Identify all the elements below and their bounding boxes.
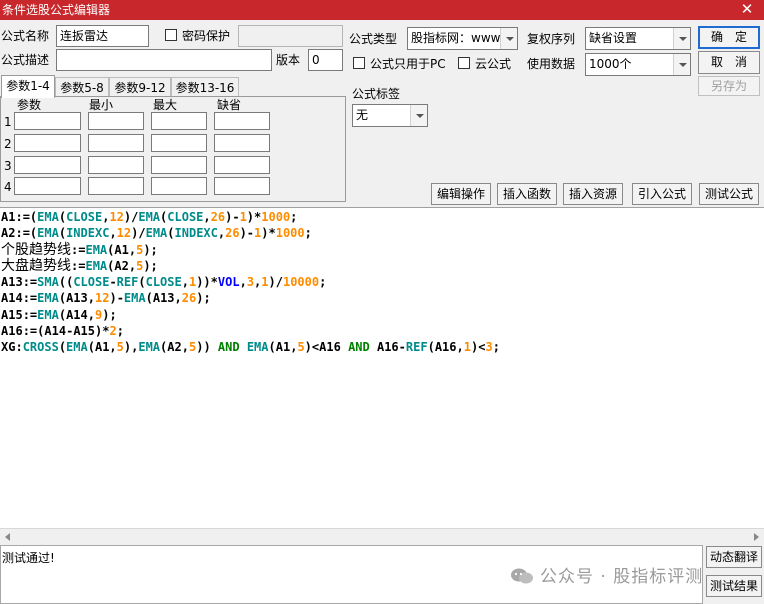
window-title: 条件选股公式编辑器 — [2, 3, 111, 17]
param-min-input[interactable] — [88, 177, 144, 195]
param-name-input[interactable] — [14, 134, 81, 152]
watermark: 公众号 · 股指标评测 — [510, 562, 703, 587]
test-formula-button[interactable]: 测试公式 — [699, 183, 759, 205]
code-line: XG:CROSS(EMA(A1,5),EMA(A2,5)) AND EMA(A1… — [1, 340, 500, 355]
formula-name-input[interactable]: 连扳雷达 — [56, 25, 149, 47]
param-default-input[interactable] — [214, 112, 270, 130]
formula-name-label: 公式名称 — [1, 29, 50, 43]
save-as-button[interactable]: 另存为 — [698, 76, 760, 96]
tab-params-1-4[interactable]: 参数1-4 — [1, 75, 55, 98]
data-select[interactable]: 1000个 — [585, 53, 691, 76]
code-line: A14:=EMA(A13,12)-EMA(A13,26); — [1, 291, 211, 306]
title-bar: 条件选股公式编辑器 ✕ — [0, 0, 764, 20]
code-line: A13:=SMA((CLOSE-REF(CLOSE,1))*VOL,3,1)/1… — [1, 275, 327, 290]
watermark-text: 公众号 · 股指标评测 — [540, 567, 704, 587]
chevron-down-icon — [410, 105, 427, 126]
insert-resource-button[interactable]: 插入资源 — [563, 183, 623, 205]
test-result-button[interactable]: 测试结果 — [706, 575, 762, 597]
param-min-input[interactable] — [88, 156, 144, 174]
rights-label: 复权序列 — [527, 32, 576, 46]
scroll-left-icon[interactable] — [5, 533, 10, 541]
version-input[interactable]: 0 — [308, 49, 343, 71]
insert-function-button[interactable]: 插入函数 — [497, 183, 557, 205]
formula-tag-label: 公式标签 — [352, 87, 401, 101]
pc-only-checkbox[interactable] — [353, 57, 365, 69]
version-label: 版本 — [276, 53, 301, 67]
import-formula-button[interactable]: 引入公式 — [632, 183, 692, 205]
param-row-number: 4 — [4, 180, 12, 194]
horizontal-scrollbar[interactable] — [0, 528, 764, 545]
wechat-icon — [510, 567, 534, 585]
data-label: 使用数据 — [527, 57, 576, 71]
param-min-input[interactable] — [88, 134, 144, 152]
param-min-input[interactable] — [88, 112, 144, 130]
code-line: A16:=(A14-A15)*2; — [1, 324, 124, 339]
param-name-input[interactable] — [14, 177, 81, 195]
param-max-input[interactable] — [151, 177, 207, 195]
pc-only-label: 公式只用于PC — [370, 57, 446, 71]
close-icon[interactable]: ✕ — [740, 0, 754, 20]
formula-desc-input[interactable] — [56, 49, 272, 71]
code-line: A1:=(EMA(CLOSE,12)/EMA(CLOSE,26)-1)*1000… — [1, 210, 298, 224]
code-line: 个股趋势线:=EMA(A1,5); — [1, 241, 158, 258]
chevron-down-icon — [500, 28, 517, 49]
param-row-number: 2 — [4, 137, 12, 151]
cancel-button[interactable]: 取 消 — [698, 51, 760, 74]
param-default-input[interactable] — [214, 156, 270, 174]
tab-params-9-12[interactable]: 参数9-12 — [109, 77, 171, 97]
param-row-number: 1 — [4, 115, 12, 129]
param-row-number: 3 — [4, 159, 12, 173]
cloud-checkbox[interactable] — [458, 57, 470, 69]
formula-type-label: 公式类型 — [349, 32, 398, 46]
rights-value: 缺省设置 — [589, 31, 638, 45]
formula-tag-select[interactable]: 无 — [352, 104, 428, 127]
scroll-right-icon[interactable] — [754, 533, 759, 541]
param-default-input[interactable] — [214, 177, 270, 195]
param-header-min: 最小 — [89, 98, 114, 112]
ok-button[interactable]: 确 定 — [698, 26, 760, 49]
code-line: A2:=(EMA(INDEXC,12)/EMA(INDEXC,26)-1)*10… — [1, 226, 312, 241]
param-max-input[interactable] — [151, 134, 207, 152]
cloud-label: 云公式 — [475, 57, 512, 71]
param-header-name: 参数 — [17, 98, 42, 112]
chevron-down-icon — [673, 54, 690, 75]
password-checkbox[interactable] — [165, 29, 177, 41]
status-text: 测试通过! — [2, 551, 55, 565]
tab-params-5-8[interactable]: 参数5-8 — [55, 77, 109, 97]
rights-select[interactable]: 缺省设置 — [585, 27, 691, 50]
formula-type-value: 股指标网：www — [411, 31, 501, 45]
formula-editor-window: 条件选股公式编辑器 ✕ 公式名称 连扳雷达 密码保护 公式描述 版本 0 公式类… — [0, 0, 764, 604]
password-label: 密码保护 — [182, 29, 231, 43]
code-text: A1:=(EMA(CLOSE,12)/EMA(CLOSE,26)-1)*1000… — [0, 208, 764, 356]
password-input[interactable] — [238, 25, 343, 47]
param-name-input[interactable] — [14, 112, 81, 130]
dynamic-translate-button[interactable]: 动态翻译 — [706, 546, 762, 568]
param-name-input[interactable] — [14, 156, 81, 174]
code-line: 大盘趋势线:=EMA(A2,5); — [1, 257, 158, 274]
data-value: 1000个 — [589, 57, 632, 71]
formula-type-select[interactable]: 股指标网：www — [407, 27, 518, 50]
formula-desc-label: 公式描述 — [1, 53, 50, 67]
code-editor[interactable]: A1:=(EMA(CLOSE,12)/EMA(CLOSE,26)-1)*1000… — [0, 207, 764, 529]
param-header-max: 最大 — [153, 98, 178, 112]
code-line: A15:=EMA(A14,9); — [1, 307, 117, 322]
param-header-default: 缺省 — [217, 98, 242, 112]
formula-tag-value: 无 — [356, 108, 369, 122]
edit-ops-button[interactable]: 编辑操作 — [431, 183, 491, 205]
param-default-input[interactable] — [214, 134, 270, 152]
tab-params-13-16[interactable]: 参数13-16 — [171, 77, 239, 97]
param-max-input[interactable] — [151, 156, 207, 174]
params-panel: 参数 最小 最大 缺省 1 2 3 4 — [0, 96, 346, 202]
param-max-input[interactable] — [151, 112, 207, 130]
chevron-down-icon — [673, 28, 690, 49]
